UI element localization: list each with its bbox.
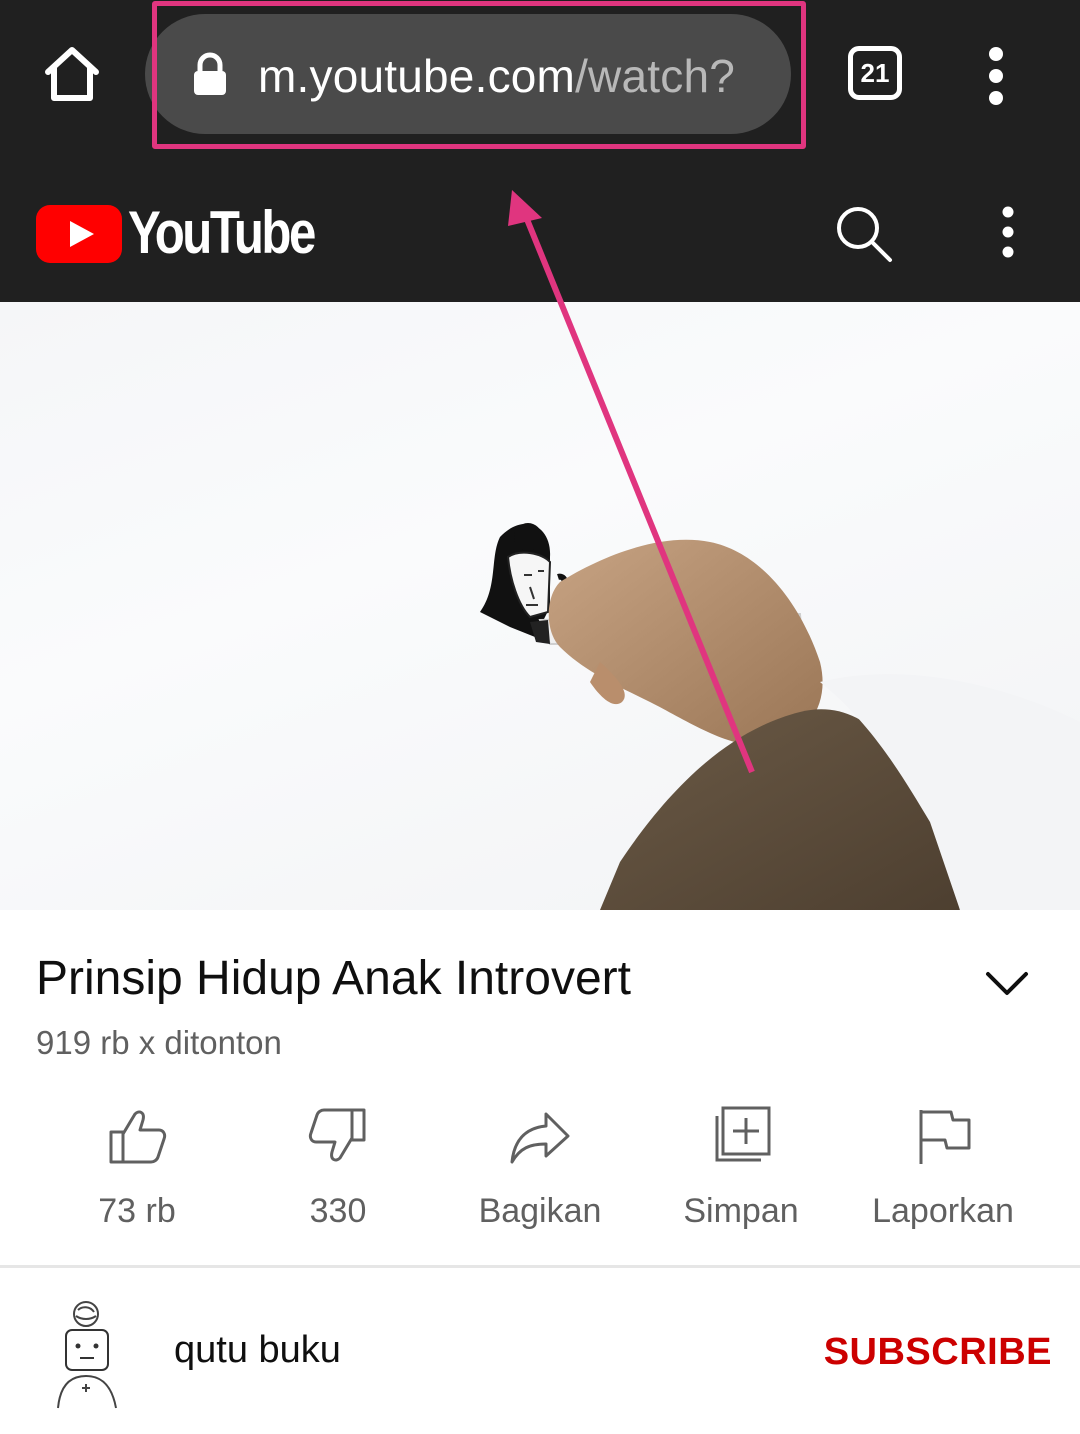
share-label: Bagikan	[478, 1192, 602, 1230]
more-vert-icon[interactable]	[976, 44, 1016, 108]
youtube-play-logo-icon	[36, 205, 122, 263]
browser-toolbar: m.youtube.com/watch? 21	[0, 0, 1080, 152]
video-title: Prinsip Hidup Anak Introvert	[36, 952, 631, 1005]
chevron-down-icon[interactable]	[984, 960, 1030, 1006]
add-to-playlist-icon	[715, 1106, 771, 1162]
search-icon[interactable]	[834, 204, 894, 264]
dislike-count: 330	[309, 1192, 367, 1230]
annotation-highlight-box	[152, 1, 806, 149]
action-bar: 73 rb 330 Bagikan Simpan Laporkan	[0, 1100, 1080, 1240]
youtube-logo-text: YouTube	[128, 199, 316, 266]
like-count: 73 rb	[98, 1192, 176, 1230]
dislike-button[interactable]: 330	[238, 1100, 438, 1240]
share-button[interactable]: Bagikan	[440, 1100, 640, 1240]
video-frame-illustration	[480, 523, 1080, 910]
flag-icon	[919, 1110, 971, 1164]
thumbs-down-icon	[308, 1108, 366, 1162]
report-button[interactable]: Laporkan	[843, 1100, 1043, 1240]
channel-avatar[interactable]	[46, 1300, 128, 1410]
save-button[interactable]: Simpan	[641, 1100, 841, 1240]
more-vert-icon[interactable]	[988, 202, 1028, 262]
report-label: Laporkan	[872, 1192, 1014, 1230]
thumbs-up-icon	[109, 1110, 167, 1164]
video-player[interactable]	[0, 302, 1080, 910]
tabs-button[interactable]: 21	[848, 46, 902, 100]
divider	[0, 1265, 1080, 1268]
view-count: 919 rb x ditonton	[36, 1024, 282, 1061]
youtube-logo[interactable]: YouTube	[36, 198, 336, 268]
channel-name[interactable]: qutu buku	[174, 1326, 341, 1374]
like-button[interactable]: 73 rb	[37, 1100, 237, 1240]
subscribe-button[interactable]: SUBSCRIBE	[816, 1324, 1052, 1380]
share-icon	[510, 1112, 570, 1164]
youtube-header: YouTube	[0, 152, 1080, 302]
home-icon[interactable]	[40, 42, 104, 106]
save-label: Simpan	[683, 1192, 799, 1230]
